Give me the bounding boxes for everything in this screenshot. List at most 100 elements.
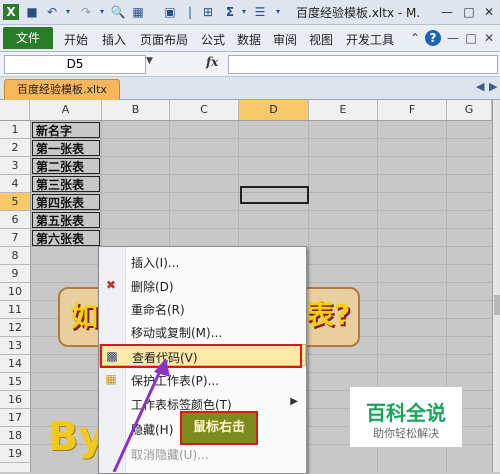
column-header-f[interactable]: F: [378, 100, 447, 120]
highlight-frame: [100, 344, 302, 368]
row-header[interactable]: 2: [0, 139, 30, 157]
select-all-corner[interactable]: [0, 100, 30, 120]
tab-review[interactable]: 审阅: [273, 31, 297, 48]
menu-item-rename[interactable]: 重命名(R): [99, 297, 306, 319]
help-icon[interactable]: ?: [425, 30, 441, 46]
active-cell-d5[interactable]: [240, 186, 309, 204]
grid-line: [31, 156, 492, 157]
camera-icon[interactable]: ▣: [162, 4, 178, 20]
row-header[interactable]: 1: [0, 121, 30, 139]
vertical-scrollbar[interactable]: [492, 100, 500, 472]
tab-data[interactable]: 数据: [237, 31, 261, 48]
watermark-title: 百科全说: [366, 401, 446, 425]
name-box[interactable]: D5: [4, 55, 146, 74]
row-header[interactable]: 4: [0, 175, 30, 193]
close-icon[interactable]: ✕: [478, 2, 500, 22]
workbook-tab[interactable]: 百度经验模板.xltx: [4, 79, 120, 100]
window-title: 百度经验模板.xltx - M.: [296, 6, 421, 20]
row-header[interactable]: 7: [0, 229, 30, 247]
menu-item-unhide: 取消隐藏(U)...: [99, 442, 306, 464]
file-tab[interactable]: 文件: [3, 27, 53, 49]
minimize-ribbon-icon[interactable]: ⌃: [407, 30, 423, 46]
cell-a5[interactable]: 第四张表: [32, 194, 100, 210]
row-headers: 1 2 3 4 5 6 7 8 9 10 11 12 13 14 15 16 1…: [0, 121, 31, 472]
toolbar-separator-icon: |: [187, 5, 193, 19]
menu-item-label: 隐藏(H): [131, 423, 174, 437]
column-header-e[interactable]: E: [309, 100, 378, 120]
formula-input[interactable]: [228, 55, 498, 74]
row-header[interactable]: 3: [0, 157, 30, 175]
menu-item-label: 取消隐藏(U)...: [131, 448, 209, 462]
cell-a3[interactable]: 第二张表: [32, 158, 100, 174]
banner-text-right: 表?: [306, 298, 351, 331]
cell-a4[interactable]: 第三张表: [32, 176, 100, 192]
column-header-a[interactable]: A: [30, 100, 102, 120]
cell-a6[interactable]: 第五张表: [32, 212, 100, 228]
column-header-b[interactable]: B: [102, 100, 170, 120]
cell-a7[interactable]: 第六张表: [32, 230, 100, 246]
formula-bar: D5 ▼ fx: [0, 52, 500, 77]
customize-icon[interactable]: ▾: [270, 4, 286, 20]
row-header[interactable]: 5: [0, 193, 30, 211]
sum-dropdown-icon[interactable]: ▾: [236, 4, 252, 20]
insert-function-icon[interactable]: fx: [206, 55, 218, 69]
menu-item-label: 插入(I)...: [131, 256, 180, 270]
grid-line: [31, 210, 492, 211]
delete-sheet-icon: ✖: [105, 278, 117, 292]
tab-formulas[interactable]: 公式: [201, 31, 225, 48]
print-preview-icon[interactable]: 🔍: [110, 4, 126, 20]
cell-a1[interactable]: 新名字: [32, 122, 100, 138]
workbook-close-icon[interactable]: ✕: [481, 30, 497, 46]
grid-line: [31, 138, 492, 139]
protect-sheet-icon: ▦: [105, 372, 117, 386]
save-icon[interactable]: ■: [24, 4, 40, 20]
row-header[interactable]: 10: [0, 283, 30, 301]
grid-line: [31, 174, 492, 175]
row-header[interactable]: 12: [0, 319, 30, 337]
workbook-minimize-icon[interactable]: —: [445, 30, 461, 46]
menu-item-insert[interactable]: 插入(I)...: [99, 250, 306, 272]
row-header[interactable]: 11: [0, 301, 30, 319]
name-box-dropdown-icon[interactable]: ▼: [146, 56, 153, 66]
column-headers: A B C D E F G: [0, 100, 492, 121]
row-header[interactable]: 15: [0, 373, 30, 391]
submenu-arrow-icon: ▶: [290, 396, 298, 407]
scroll-tabs-right-icon[interactable]: ▶: [489, 80, 497, 93]
menu-item-delete[interactable]: ✖ 删除(D): [99, 274, 306, 296]
sort-icon[interactable]: ☰: [252, 4, 268, 20]
row-header[interactable]: 9: [0, 265, 30, 283]
row-header[interactable]: 13: [0, 337, 30, 355]
format-icon[interactable]: ▦: [130, 4, 146, 20]
row-header[interactable]: 14: [0, 355, 30, 373]
column-header-d[interactable]: D: [239, 100, 309, 120]
row-header[interactable]: 8: [0, 247, 30, 265]
column-header-g[interactable]: G: [447, 100, 492, 120]
tab-page-layout[interactable]: 页面布局: [140, 31, 188, 48]
scrollbar-thumb[interactable]: [494, 295, 500, 315]
row-header[interactable]: 6: [0, 211, 30, 229]
minimize-icon[interactable]: —: [436, 2, 458, 22]
column-header-c[interactable]: C: [170, 100, 239, 120]
row-header[interactable]: 16: [0, 391, 30, 409]
undo-icon[interactable]: ↶: [44, 4, 60, 20]
cell-a2[interactable]: 第一张表: [32, 140, 100, 156]
redo-icon[interactable]: ↷: [78, 4, 94, 20]
menu-item-protect-sheet[interactable]: ▦ 保护工作表(P)...: [99, 368, 306, 390]
menu-item-move-copy[interactable]: 移动或复制(M)...: [99, 320, 306, 342]
row-header[interactable]: 19: [0, 445, 30, 463]
undo-dropdown-icon[interactable]: ▾: [60, 4, 76, 20]
scroll-tabs-left-icon[interactable]: ◀: [476, 80, 484, 93]
tab-view[interactable]: 视图: [309, 31, 333, 48]
row-header[interactable]: 18: [0, 427, 30, 445]
tab-insert[interactable]: 插入: [102, 31, 126, 48]
restore-icon[interactable]: □: [458, 2, 480, 22]
redo-dropdown-icon[interactable]: ▾: [94, 4, 110, 20]
tab-developer[interactable]: 开发工具: [346, 31, 394, 48]
workbook-tab-strip: 百度经验模板.xltx ◀ ▶: [0, 77, 500, 100]
menu-item-label: 移动或复制(M)...: [131, 326, 223, 340]
border-icon[interactable]: ⊞: [200, 4, 216, 20]
row-header[interactable]: 17: [0, 409, 30, 427]
excel-icon[interactable]: X: [3, 4, 19, 20]
tab-home[interactable]: 开始: [64, 31, 88, 48]
workbook-restore-icon[interactable]: □: [463, 30, 479, 46]
